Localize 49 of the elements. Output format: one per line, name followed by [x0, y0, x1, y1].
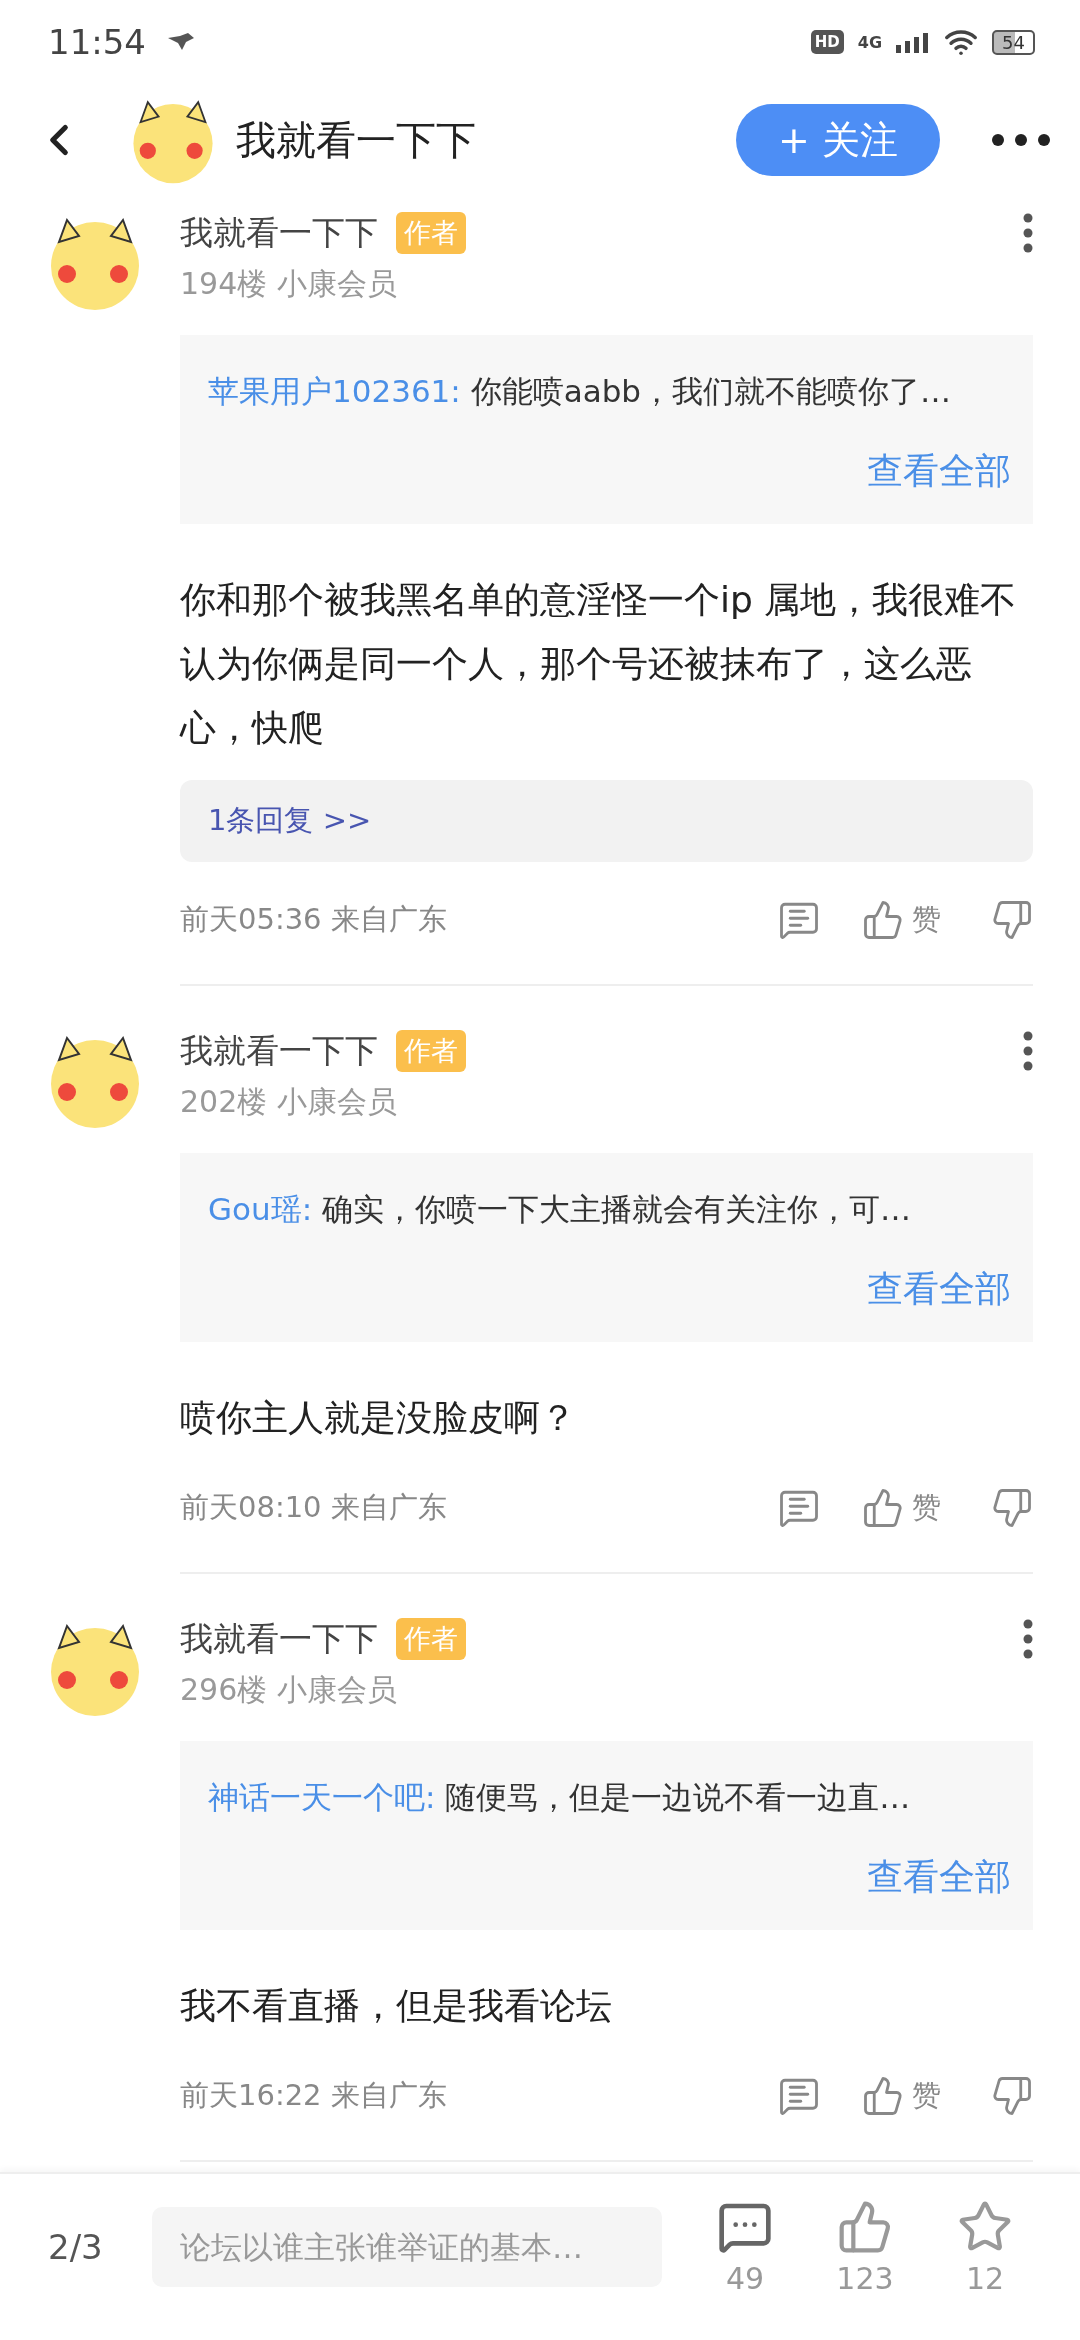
like-button[interactable]: 赞 [862, 2075, 941, 2117]
floor-info: 194楼 小康会员 [180, 265, 398, 303]
more-icon [1023, 213, 1033, 253]
like-button[interactable]: 123 [810, 2198, 920, 2296]
dislike-button[interactable] [991, 899, 1033, 941]
author-name: 我就看一下下 [180, 1029, 378, 1072]
view-all-link[interactable]: 查看全部 [867, 1853, 1011, 1902]
post-time: 前天08:10 来自广东 [180, 1489, 447, 1526]
status-time: 11:54 [48, 22, 146, 62]
author-name: 我就看一下下 [180, 1617, 378, 1660]
author-badge: 作者 [396, 1618, 466, 1660]
more-button[interactable] [1023, 213, 1033, 253]
follow-button[interactable]: + 关注 [736, 104, 940, 176]
post-text: 你和那个被我黑名单的意淫怪一个ip 属地，我很难不认为你俩是同一个人，那个号还被抹布了，这么恶心，快爬 [180, 578, 1018, 750]
post-time: 前天16:22 来自广东 [180, 2077, 447, 2114]
quote-text: 神话一天一个吧: 随便骂，但是一边说不看一边直… [208, 1778, 912, 1817]
more-icon [1023, 1619, 1033, 1659]
replies-link[interactable]: 1条回复 >> [180, 780, 1033, 862]
like-button[interactable]: 赞 [862, 1487, 941, 1529]
bird-icon [166, 32, 196, 52]
more-button[interactable] [1023, 1031, 1033, 1071]
more-button[interactable] [992, 134, 1050, 146]
dislike-button[interactable] [991, 2075, 1033, 2117]
hd-badge: HD [810, 30, 844, 54]
page-indicator: 2/3 [48, 2227, 104, 2267]
dislike-button[interactable] [991, 1487, 1033, 1529]
floor-info: 296楼 小康会员 [180, 1671, 398, 1709]
author-name: 我就看一下下 [180, 211, 378, 254]
quote-text: Gou瑶: 确实，你喷一下大主播就会有关注你，可… [208, 1190, 912, 1229]
comment-input[interactable]: 论坛以谁主张谁举证的基本… [152, 2207, 662, 2287]
author-badge: 作者 [396, 212, 466, 254]
floor-info: 202楼 小康会员 [180, 1083, 398, 1121]
network-label: 4G [857, 32, 883, 52]
quote-text: 苹果用户102361: 你能喷aabb，我们就不能喷你了… [208, 372, 952, 411]
comment-button[interactable]: 49 [690, 2198, 800, 2296]
battery-icon: 54 [992, 29, 1035, 55]
post-text: 喷你主人就是没脸皮啊？ [180, 1396, 577, 1440]
more-icon [1023, 1031, 1033, 1071]
post-text: 我不看直播，但是我看论坛 [180, 1984, 613, 2028]
signal-icon [896, 31, 931, 53]
more-button[interactable] [1023, 1619, 1033, 1659]
post-time: 前天05:36 来自广东 [180, 901, 447, 938]
star-button[interactable]: 12 [930, 2198, 1040, 2296]
header-title: 我就看一下下 [236, 115, 476, 165]
more-icon [992, 134, 1050, 146]
author-badge: 作者 [396, 1030, 466, 1072]
view-all-link[interactable]: 查看全部 [867, 447, 1011, 496]
like-button[interactable]: 赞 [862, 899, 941, 941]
view-all-link[interactable]: 查看全部 [867, 1265, 1011, 1314]
